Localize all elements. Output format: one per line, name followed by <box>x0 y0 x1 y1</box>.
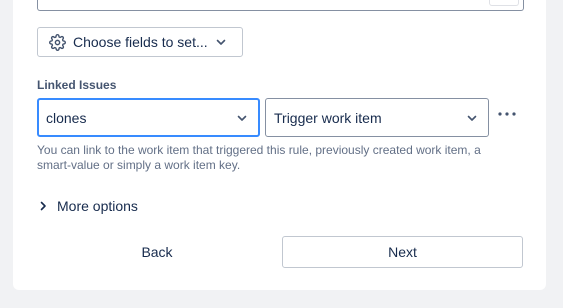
gear-icon <box>49 33 66 51</box>
choose-fields-label: Choose fields to set... <box>73 34 208 50</box>
chevron-down-icon <box>236 112 248 124</box>
previous-field-input[interactable] <box>37 0 524 11</box>
next-button[interactable]: Next <box>282 236 523 268</box>
choose-fields-button[interactable]: Choose fields to set... <box>37 27 243 57</box>
helper-line-1: You can link to the work item that trigg… <box>37 143 481 157</box>
linked-issues-helper-text: You can link to the work item that trigg… <box>37 143 527 173</box>
helper-line-2: smart-value or simply a work item key. <box>37 158 241 172</box>
linked-issues-label: Linked Issues <box>37 78 117 92</box>
link-target-value: Trigger work item <box>274 109 382 126</box>
more-options-label: More options <box>57 198 138 214</box>
more-actions-icon[interactable] <box>496 104 518 124</box>
link-type-select[interactable]: clones <box>37 98 260 137</box>
rule-config-card: Choose fields to set... Linked Issues cl… <box>13 0 546 290</box>
more-options-toggle[interactable]: More options <box>37 196 138 216</box>
chevron-right-icon <box>37 200 49 212</box>
back-button[interactable]: Back <box>37 236 277 268</box>
chevron-down-icon <box>466 112 478 124</box>
chevron-down-icon <box>215 36 227 48</box>
previous-field-button[interactable] <box>489 0 519 6</box>
link-target-select[interactable]: Trigger work item <box>265 98 489 137</box>
link-type-value: clones <box>46 109 87 126</box>
